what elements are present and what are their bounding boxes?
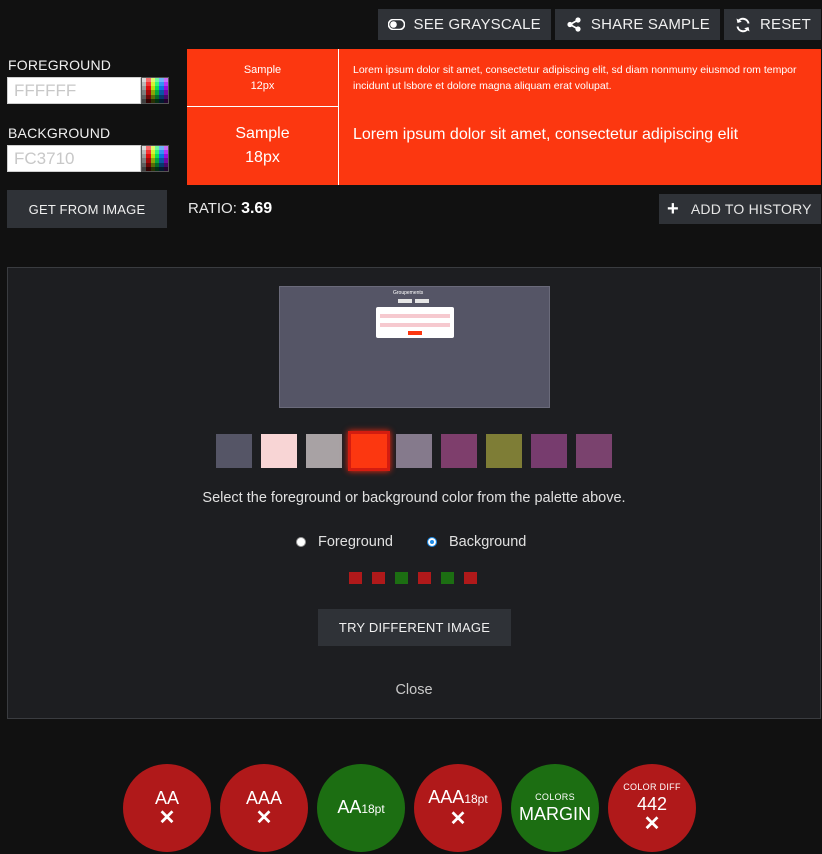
sample-large-title: Sample bbox=[235, 125, 290, 142]
foreground-control bbox=[7, 77, 169, 104]
foreground-radio[interactable] bbox=[296, 537, 306, 547]
badge-suffix: 18pt bbox=[361, 802, 385, 816]
badge-level: AA bbox=[154, 788, 179, 808]
sample-small-text: Lorem ipsum dolor sit amet, consectetur … bbox=[353, 64, 797, 92]
badge-level: 442 bbox=[636, 794, 668, 814]
image-color-panel: Groupements Select the foreground or bac… bbox=[7, 267, 821, 719]
sample-preview: Sample 12px Lorem ipsum dolor sit amet, c… bbox=[187, 49, 821, 185]
badge-level: AAA bbox=[245, 788, 283, 808]
try-different-image-button[interactable]: TRY DIFFERENT IMAGE bbox=[318, 609, 511, 646]
background-control bbox=[7, 145, 169, 172]
compliance-indicator bbox=[395, 572, 408, 584]
badge-level: AA18pt bbox=[337, 797, 385, 817]
wcag-results: AA ✕ AAA ✕ AA18pt AAA18pt ✕ COLORS MARGIN COLOR D… bbox=[123, 764, 696, 852]
foreground-picker-icon[interactable] bbox=[141, 77, 169, 104]
color-palette bbox=[216, 434, 612, 468]
share-sample-label: SHARE SAMPLE bbox=[590, 16, 710, 33]
palette-swatch[interactable] bbox=[216, 434, 252, 468]
result-badge: COLOR DIFF 442 ✕ bbox=[608, 764, 696, 852]
preview-nav-item bbox=[398, 299, 412, 303]
see-grayscale-label: SEE GRAYSCALE bbox=[413, 16, 541, 33]
compliance-indicator bbox=[418, 572, 431, 584]
foreground-input[interactable] bbox=[7, 77, 141, 104]
foreground-radio-label: Foreground bbox=[318, 534, 393, 550]
badge-title: COLORS bbox=[535, 792, 575, 802]
sample-large-size: 18px bbox=[245, 149, 280, 166]
add-to-history-label: ADD TO HISTORY bbox=[690, 201, 812, 217]
background-label: BACKGROUND bbox=[8, 125, 111, 141]
sample-small-title: Sample bbox=[243, 63, 282, 76]
toggle-icon bbox=[388, 16, 406, 34]
sample-large-text: Lorem ipsum dolor sit amet, consectetur … bbox=[353, 126, 739, 143]
target-radio-group: Foreground Background bbox=[296, 534, 526, 550]
compliance-indicator bbox=[464, 572, 477, 584]
preview-nav bbox=[398, 299, 429, 303]
palette-swatch[interactable] bbox=[531, 434, 567, 468]
reset-label: RESET bbox=[759, 16, 811, 33]
foreground-label: FOREGROUND bbox=[8, 57, 112, 73]
palette-swatch[interactable] bbox=[306, 434, 342, 468]
ratio-value: 3.69 bbox=[241, 200, 273, 217]
sample-small-size: 12px bbox=[250, 79, 275, 92]
preview-button bbox=[408, 331, 422, 335]
background-radio-label: Background bbox=[448, 534, 527, 550]
compliance-indicator bbox=[349, 572, 362, 584]
preview-brand: Groupements bbox=[393, 290, 424, 296]
ratio-label: RATIO: bbox=[188, 200, 237, 217]
close-link[interactable]: Close bbox=[8, 682, 820, 698]
reset-button[interactable]: RESET bbox=[723, 9, 821, 40]
preview-card bbox=[376, 307, 454, 338]
preview-field bbox=[380, 314, 450, 318]
result-badge: AAA18pt ✕ bbox=[414, 764, 502, 852]
fail-icon: ✕ bbox=[158, 807, 176, 829]
palette-swatch[interactable] bbox=[576, 434, 612, 468]
badge-level: MARGIN bbox=[519, 804, 591, 824]
uploaded-image-preview: Groupements bbox=[279, 286, 550, 408]
compliance-indicator bbox=[441, 572, 454, 584]
refresh-icon bbox=[734, 16, 752, 34]
background-input[interactable] bbox=[7, 145, 141, 172]
toolbar: SEE GRAYSCALE SHARE SAMPLE RESET bbox=[377, 9, 821, 40]
share-sample-button[interactable]: SHARE SAMPLE bbox=[554, 9, 720, 40]
preview-nav-item bbox=[415, 299, 429, 303]
result-badge: AAA ✕ bbox=[220, 764, 308, 852]
sample-large-label: Sample 18px bbox=[187, 107, 339, 185]
badge-suffix: 18pt bbox=[464, 792, 488, 806]
add-to-history-button[interactable]: + ADD TO HISTORY bbox=[659, 194, 821, 224]
background-picker-icon[interactable] bbox=[141, 145, 169, 172]
result-badge: AA ✕ bbox=[123, 764, 211, 852]
palette-instruction: Select the foreground or background colo… bbox=[202, 490, 626, 506]
get-from-image-button[interactable]: GET FROM IMAGE bbox=[7, 190, 167, 228]
palette-swatch[interactable] bbox=[396, 434, 432, 468]
result-badge: AA18pt bbox=[317, 764, 405, 852]
palette-swatch[interactable] bbox=[351, 434, 387, 468]
compliance-indicator bbox=[372, 572, 385, 584]
see-grayscale-button[interactable]: SEE GRAYSCALE bbox=[377, 9, 551, 40]
badge-title: COLOR DIFF bbox=[623, 782, 681, 792]
plus-icon: + bbox=[667, 198, 679, 220]
result-badge: COLORS MARGIN bbox=[511, 764, 599, 852]
share-icon bbox=[565, 16, 583, 34]
contrast-ratio: RATIO: 3.69 bbox=[188, 200, 272, 218]
palette-swatch[interactable] bbox=[486, 434, 522, 468]
sample-small-label: Sample 12px bbox=[187, 49, 339, 107]
palette-swatch[interactable] bbox=[441, 434, 477, 468]
background-radio[interactable] bbox=[426, 537, 437, 547]
preview-field bbox=[380, 323, 450, 327]
badge-level: AAA18pt bbox=[428, 787, 488, 807]
fail-icon: ✕ bbox=[643, 813, 661, 835]
fail-icon: ✕ bbox=[449, 808, 467, 830]
compliance-indicators bbox=[349, 572, 477, 584]
fail-icon: ✕ bbox=[255, 807, 273, 829]
palette-swatch[interactable] bbox=[261, 434, 297, 468]
